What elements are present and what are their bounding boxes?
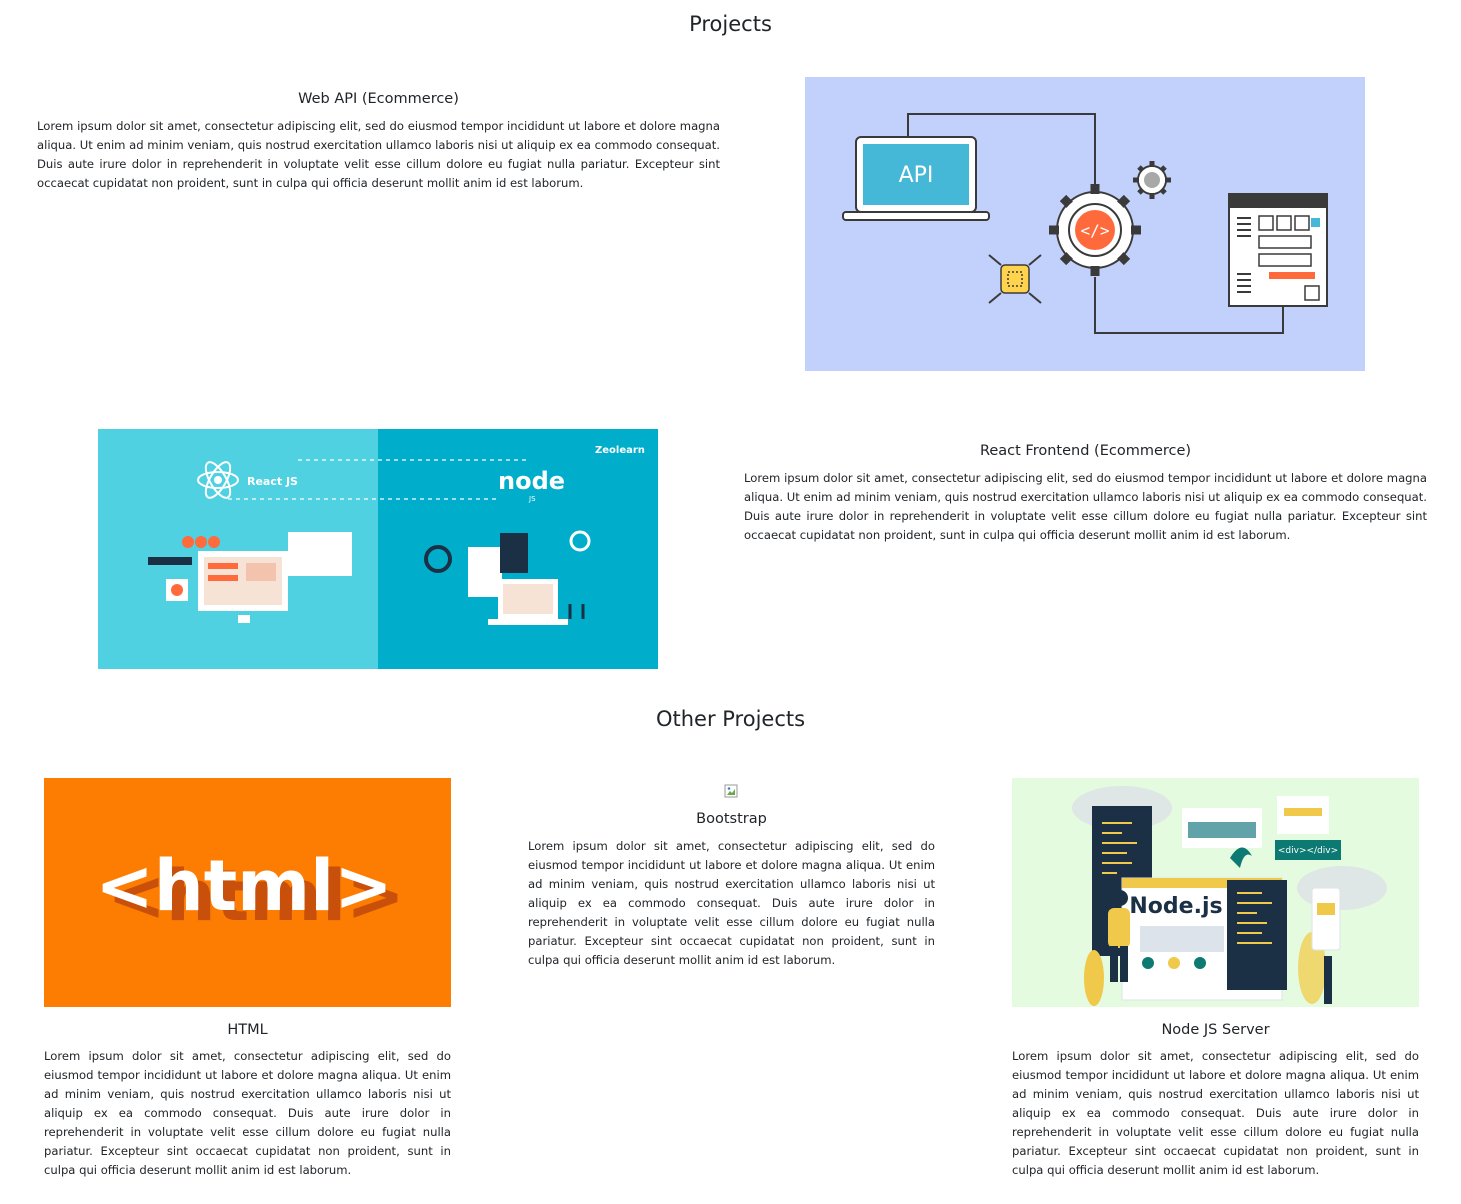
svg-text:</>: </>: [1081, 221, 1110, 240]
project-title-web-api: Web API (Ecommerce): [298, 91, 459, 107]
react-node-image: React JS node JS Zeolearn: [98, 429, 658, 669]
other-project-description-nodejs: Lorem ipsum dolor sit amet, consectetur …: [1012, 1049, 1419, 1177]
other-project-description-bootstrap: Lorem ipsum dolor sit amet, consectetur …: [528, 839, 935, 967]
nodejs-image: <div></div> Node.js: [1012, 778, 1419, 1007]
html-image: <html> <html>: [44, 778, 451, 1007]
api-label: API: [899, 163, 934, 188]
html-logo: <html>: [95, 845, 393, 927]
div-tag-label: <div></div>: [1278, 846, 1338, 856]
broken-image-icon: [724, 783, 738, 798]
projects-heading: Projects: [689, 12, 772, 36]
nodejs-label: Node.js: [1129, 894, 1222, 919]
other-project-title-nodejs: Node JS Server: [1161, 1022, 1270, 1038]
project-description-react-frontend: Lorem ipsum dolor sit amet, consectetur …: [744, 471, 1427, 542]
web-api-image: API </>: [805, 77, 1365, 371]
project-title-react-frontend: React Frontend (Ecommerce): [979, 443, 1192, 459]
other-projects-heading: Other Projects: [655, 707, 806, 731]
zeolearn-label: Zeolearn: [595, 445, 645, 456]
other-project-title-html: HTML: [227, 1022, 268, 1038]
other-project-description-html: Lorem ipsum dolor sit amet, consectetur …: [44, 1049, 451, 1177]
other-project-title-bootstrap: Bootstrap: [696, 811, 767, 827]
node-label: node: [498, 467, 565, 495]
project-description-web-api: Lorem ipsum dolor sit amet, consectetur …: [37, 119, 720, 190]
js-label: JS: [528, 495, 536, 503]
react-js-label: React JS: [247, 475, 298, 488]
